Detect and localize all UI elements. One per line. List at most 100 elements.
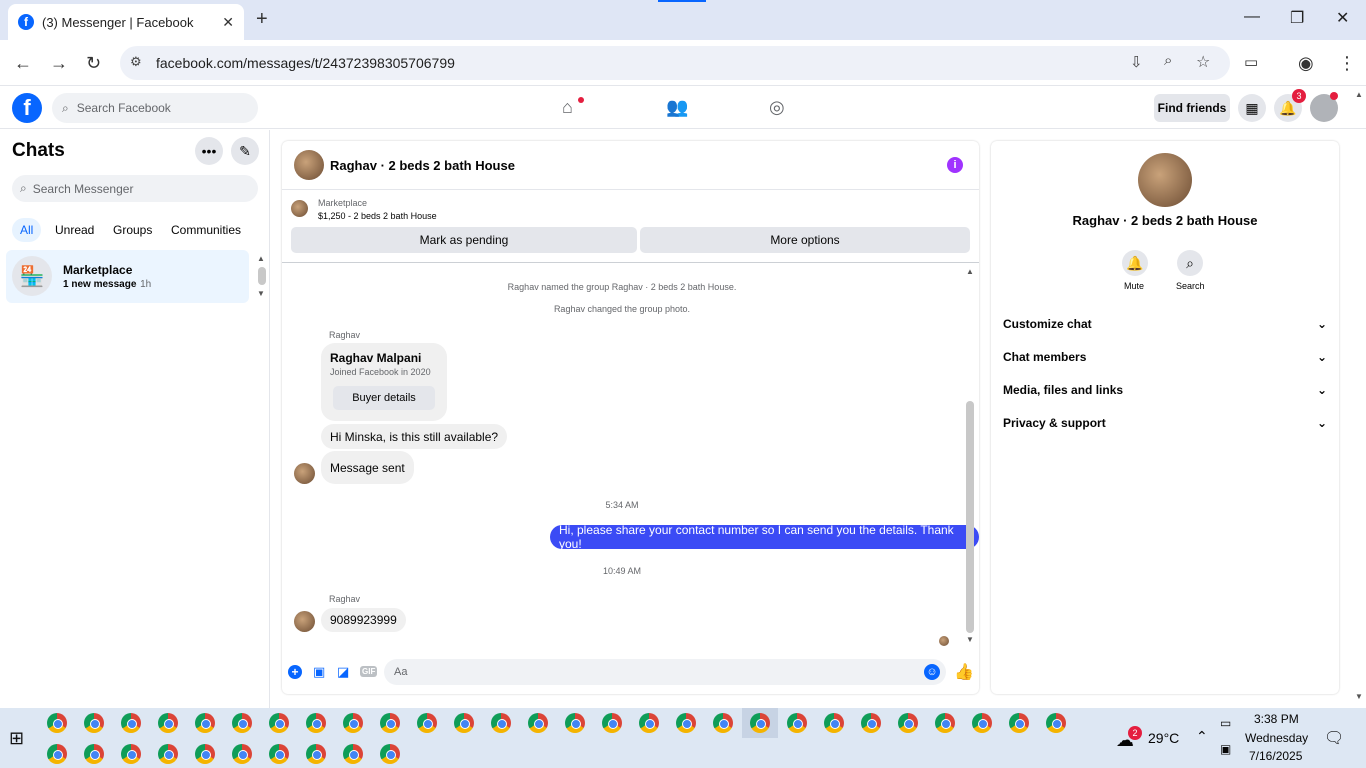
left-scrollbar-thumb[interactable] bbox=[258, 267, 266, 285]
scroll-down-arrow-icon[interactable]: ▼ bbox=[966, 635, 974, 644]
emoji-icon[interactable]: ☺ bbox=[924, 664, 940, 680]
group-photo[interactable] bbox=[1138, 153, 1192, 207]
reading-list-icon[interactable]: ▭ bbox=[1244, 53, 1258, 71]
show-hidden-icons-chevron-icon[interactable]: ⌃ bbox=[1196, 728, 1208, 745]
accordion-media-files-links[interactable]: Media, files and links ⌄ bbox=[1003, 383, 1327, 397]
minimize-button[interactable]: — bbox=[1244, 8, 1260, 26]
chrome-taskbar-icon[interactable] bbox=[676, 713, 696, 733]
chrome-taskbar-icon[interactable] bbox=[158, 744, 178, 764]
chrome-taskbar-icon[interactable] bbox=[269, 713, 289, 733]
accordion-privacy-support[interactable]: Privacy & support ⌄ bbox=[1003, 416, 1327, 430]
photo-icon[interactable]: ▣ bbox=[313, 664, 325, 680]
filter-unread[interactable]: Unread bbox=[55, 223, 94, 237]
forward-arrow-icon[interactable]: → bbox=[50, 53, 68, 74]
notification-center-icon[interactable]: 🗨 bbox=[1324, 728, 1344, 748]
accordion-customize-chat[interactable]: Customize chat ⌄ bbox=[1003, 317, 1327, 331]
chrome-taskbar-icon[interactable] bbox=[158, 713, 178, 733]
chrome-taskbar-icon[interactable] bbox=[972, 713, 992, 733]
mark-as-pending-button[interactable]: Mark as pending bbox=[291, 227, 637, 253]
more-options-icon[interactable]: ••• bbox=[195, 137, 223, 165]
chrome-taskbar-icon[interactable] bbox=[195, 744, 215, 764]
close-window-button[interactable]: ✕ bbox=[1336, 8, 1349, 28]
chrome-taskbar-icon[interactable] bbox=[861, 713, 881, 733]
chrome-taskbar-icon[interactable] bbox=[824, 713, 844, 733]
temperature[interactable]: 29°C bbox=[1148, 730, 1179, 746]
sticker-icon[interactable]: ◪ bbox=[337, 664, 349, 680]
chrome-taskbar-icon[interactable] bbox=[306, 713, 326, 733]
chrome-taskbar-icon[interactable] bbox=[787, 713, 807, 733]
chrome-taskbar-icon[interactable] bbox=[713, 713, 733, 733]
conversation-title[interactable]: Raghav · 2 beds 2 bath House bbox=[330, 158, 515, 173]
menu-grid-icon[interactable]: ▦ bbox=[1238, 94, 1266, 122]
chrome-taskbar-icon[interactable] bbox=[84, 744, 104, 764]
buyer-details-button[interactable]: Buyer details bbox=[333, 386, 435, 410]
scroll-up-arrow-icon[interactable]: ▲ bbox=[257, 254, 265, 263]
chrome-taskbar-icon[interactable] bbox=[1009, 713, 1029, 733]
sender-avatar[interactable] bbox=[294, 611, 315, 632]
friends-icon[interactable]: 👥 bbox=[666, 97, 688, 118]
battery-icon[interactable]: ▭ bbox=[1220, 716, 1231, 730]
sender-avatar[interactable] bbox=[294, 463, 315, 484]
search-icon[interactable]: ⌕ bbox=[1177, 250, 1203, 276]
chrome-taskbar-icon[interactable] bbox=[898, 713, 918, 733]
chrome-taskbar-icon[interactable] bbox=[121, 713, 141, 733]
facebook-logo-icon[interactable]: f bbox=[12, 93, 42, 123]
home-icon[interactable]: ⌂ bbox=[562, 97, 573, 118]
chrome-taskbar-icon[interactable] bbox=[269, 744, 289, 764]
like-thumb-icon[interactable]: 👍 bbox=[954, 662, 974, 682]
maximize-button[interactable]: ❐ bbox=[1290, 8, 1304, 28]
zoom-icon[interactable]: ⌕ bbox=[1164, 52, 1172, 69]
more-options-button[interactable]: More options bbox=[640, 227, 970, 253]
accordion-chat-members[interactable]: Chat members ⌄ bbox=[1003, 350, 1327, 364]
menu-kebab-icon[interactable]: ⋮ bbox=[1338, 53, 1356, 74]
chrome-taskbar-icon[interactable] bbox=[935, 713, 955, 733]
filter-all[interactable]: All bbox=[12, 218, 42, 242]
messenger-search-input[interactable]: ⌕ Search Messenger bbox=[12, 175, 258, 202]
chrome-taskbar-icon[interactable] bbox=[306, 744, 326, 764]
install-app-icon[interactable]: ⇩ bbox=[1130, 53, 1143, 71]
page-scroll-down-icon[interactable]: ▼ bbox=[1355, 692, 1363, 701]
listing-summary[interactable]: $1,250 - 2 beds 2 bath House bbox=[318, 211, 437, 221]
chrome-taskbar-icon[interactable] bbox=[47, 744, 67, 764]
chrome-taskbar-icon[interactable] bbox=[380, 744, 400, 764]
facebook-search-input[interactable]: ⌕ Search Facebook bbox=[52, 93, 258, 123]
chat-list-item[interactable]: 🏪 Marketplace 1 new message · 1h bbox=[6, 250, 249, 303]
chrome-taskbar-icon[interactable] bbox=[1046, 713, 1066, 733]
chrome-taskbar-icon[interactable] bbox=[750, 713, 770, 733]
plus-icon[interactable]: + bbox=[288, 665, 302, 679]
windows-start-icon[interactable]: ⊞ bbox=[9, 728, 24, 749]
message-bubble[interactable]: Hi Minska, is this still available? bbox=[321, 424, 508, 449]
conversation-scrollbar-thumb[interactable] bbox=[966, 401, 974, 633]
reload-icon[interactable]: ↻ bbox=[86, 53, 101, 74]
group-avatar[interactable] bbox=[294, 150, 324, 180]
bookmark-star-icon[interactable]: ☆ bbox=[1196, 52, 1210, 72]
chrome-taskbar-icon[interactable] bbox=[491, 713, 511, 733]
mute-bell-icon[interactable]: 🔔 bbox=[1122, 250, 1148, 276]
close-tab-icon[interactable]: ✕ bbox=[222, 14, 234, 31]
outgoing-message-bubble[interactable]: Hi, please share your contact number so … bbox=[550, 523, 979, 551]
chrome-taskbar-icon[interactable] bbox=[454, 713, 474, 733]
chrome-taskbar-icon[interactable] bbox=[565, 713, 585, 733]
browser-tab[interactable]: f (3) Messenger | Facebook ✕ bbox=[8, 4, 244, 40]
filter-communities[interactable]: Communities bbox=[171, 223, 241, 237]
message-bubble[interactable]: Message sent bbox=[321, 451, 414, 484]
site-info-icon[interactable]: ⚙ bbox=[130, 54, 142, 70]
message-bubble[interactable]: 9089923999 bbox=[321, 608, 406, 632]
info-icon[interactable]: i bbox=[947, 157, 963, 173]
chrome-taskbar-icon[interactable] bbox=[121, 744, 141, 764]
chrome-taskbar-icon[interactable] bbox=[602, 713, 622, 733]
chrome-taskbar-icon[interactable] bbox=[232, 713, 252, 733]
scroll-up-arrow-icon[interactable]: ▲ bbox=[966, 267, 974, 276]
profile-icon[interactable]: ◉ bbox=[1298, 53, 1314, 74]
gif-icon[interactable]: GIF bbox=[360, 666, 378, 677]
chrome-taskbar-icon[interactable] bbox=[417, 713, 437, 733]
back-arrow-icon[interactable]: ← bbox=[14, 53, 32, 74]
new-message-icon[interactable]: ✎ bbox=[231, 137, 259, 165]
chrome-taskbar-icon[interactable] bbox=[195, 713, 215, 733]
clock-time[interactable]: 3:38 PM bbox=[1254, 712, 1299, 726]
find-friends-button[interactable]: Find friends bbox=[1154, 94, 1230, 122]
chrome-taskbar-icon[interactable] bbox=[232, 744, 252, 764]
chrome-taskbar-icon[interactable] bbox=[380, 713, 400, 733]
chrome-taskbar-icon[interactable] bbox=[343, 744, 363, 764]
filter-groups[interactable]: Groups bbox=[113, 223, 152, 237]
